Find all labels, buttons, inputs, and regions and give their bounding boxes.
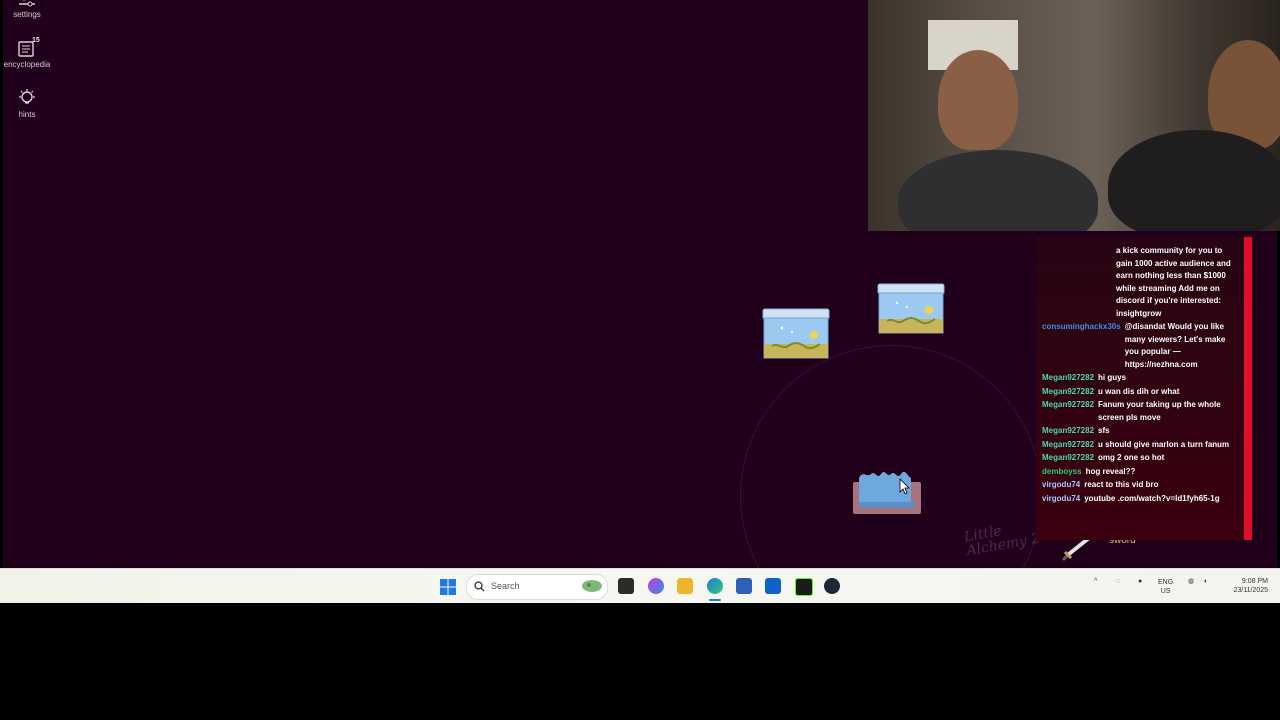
settings-label: settings (13, 10, 41, 19)
chat-username: Megan927282 (1042, 426, 1095, 435)
clock-time: 9:08 PM (1241, 578, 1268, 585)
outlook-icon[interactable] (765, 578, 781, 594)
encyclopedia-button[interactable]: encyclopedia (3, 38, 51, 69)
chat-message: Megan927282 u should give marlon a turn f… (1042, 439, 1232, 452)
chat-message: consuminghackx30s @disandat Would you lik… (1042, 321, 1232, 371)
encyclopedia-label: encyclopedia (3, 60, 51, 69)
chat-message-list: a kick community for you to gain 1000 ac… (1042, 245, 1232, 506)
chat-text: omg 2 one so hot (1098, 453, 1165, 462)
settings-icon (19, 0, 35, 7)
chat-username: Megan927282 (1042, 400, 1095, 409)
chat-message: Megan927282 omg 2 one so hot (1042, 452, 1232, 465)
chat-message: Megan927282 u wan dis dih or what (1042, 386, 1232, 399)
aquarium-icon (877, 283, 945, 334)
windows-start-icon[interactable] (440, 579, 456, 595)
chat-text: u should give marlon a turn fanum (1098, 439, 1230, 449)
microphone-icon[interactable]: ● (1138, 577, 1142, 586)
streamer-body-left (898, 150, 1098, 231)
store-icon[interactable] (736, 578, 752, 594)
chat-username: demboyss (1042, 466, 1082, 476)
chat-message: Megan927282 hi guys (1042, 372, 1232, 385)
wifi-icon[interactable]: ◍ (1188, 577, 1194, 586)
edge-browser-icon[interactable] (707, 578, 723, 594)
clock[interactable]: 9:08 PM 23/11/2025 (1222, 577, 1268, 595)
copilot-icon[interactable] (648, 578, 664, 594)
chat-username: consuminghackx30s (1042, 322, 1121, 331)
region-code: US (1160, 588, 1171, 595)
steam-icon[interactable] (824, 578, 840, 594)
mouse-cursor-icon (899, 478, 910, 494)
search-highlight-icon (582, 580, 602, 592)
chat-accent-bar (1244, 237, 1252, 540)
search-placeholder: Search (491, 581, 520, 591)
active-app-indicator (709, 599, 721, 601)
chat-text: hog reveal?? (1085, 466, 1136, 476)
chat-text: youtube .com/watch?v=ld1fyh65-1g (1084, 493, 1220, 503)
webcam-overlay (868, 0, 1280, 231)
aquarium-element[interactable] (762, 308, 830, 365)
lightbulb-icon (19, 89, 35, 104)
task-view-icon[interactable] (618, 578, 634, 594)
chat-text: react to this vid bro (1084, 480, 1159, 489)
chat-text: @disandat Would you like many viewers? L… (1124, 322, 1226, 369)
kick-app-icon[interactable] (795, 578, 813, 596)
chat-message: demboyss hog reveal?? (1042, 466, 1232, 479)
chat-text: u wan dis dih or what (1098, 386, 1180, 396)
chat-text: hi guys (1098, 373, 1127, 382)
search-icon (474, 581, 485, 592)
clock-date: 23/11/2025 (1233, 587, 1268, 594)
chat-message: Megan927282 sfs (1042, 425, 1232, 438)
chat-text: sfs (1098, 426, 1110, 435)
chat-username: virgodu74 (1042, 493, 1081, 503)
volume-icon[interactable]: ◖ (1203, 577, 1207, 586)
hints-button[interactable]: hints (3, 88, 51, 119)
bucket-element[interactable] (851, 468, 923, 521)
sword-icon (1061, 536, 1091, 562)
aquarium-icon (762, 308, 830, 359)
chat-text: a kick community for you to gain 1000 ac… (1116, 246, 1231, 318)
chat-username: Megan927282 (1042, 386, 1095, 396)
chat-message: a kick community for you to gain 1000 ac… (1042, 245, 1232, 320)
chat-overlay: a kick community for you to gain 1000 ac… (1036, 237, 1252, 540)
encyclopedia-count-badge: 15 (32, 37, 40, 44)
language-indicator[interactable]: ENG US (1158, 578, 1173, 596)
chat-message: virgodu74 youtube .com/watch?v=ld1fyh65-1… (1042, 493, 1232, 506)
aquarium-element[interactable] (877, 283, 945, 340)
taskbar: Search ^ ◌ ● ENG US ◍ ◖ 9:08 PM 23/11/20… (0, 568, 1280, 603)
chat-username: virgodu74 (1042, 480, 1081, 489)
chat-username: Megan927282 (1042, 439, 1095, 449)
language-code: ENG (1158, 579, 1174, 586)
network-icon[interactable]: ◌ (1116, 577, 1120, 586)
chat-message: Megan927282 Fanum your taking up the whol… (1042, 399, 1232, 424)
chat-username: Megan927282 (1042, 453, 1095, 462)
bucket-icon (853, 471, 921, 514)
settings-button[interactable]: settings (3, 0, 51, 19)
hints-label: hints (18, 110, 36, 119)
tray-chevron-icon[interactable]: ^ (1094, 577, 1097, 586)
streamer-face-left (938, 50, 1018, 150)
taskbar-search[interactable]: Search (466, 574, 608, 600)
chat-username (1042, 245, 1116, 320)
chat-username: Megan927282 (1042, 373, 1095, 382)
streamer-body-right (1108, 130, 1280, 231)
file-explorer-icon[interactable] (677, 578, 693, 594)
chat-message: virgodu74 react to this vid bro (1042, 479, 1232, 492)
chat-text: Fanum your taking up the whole screen pl… (1098, 400, 1221, 422)
